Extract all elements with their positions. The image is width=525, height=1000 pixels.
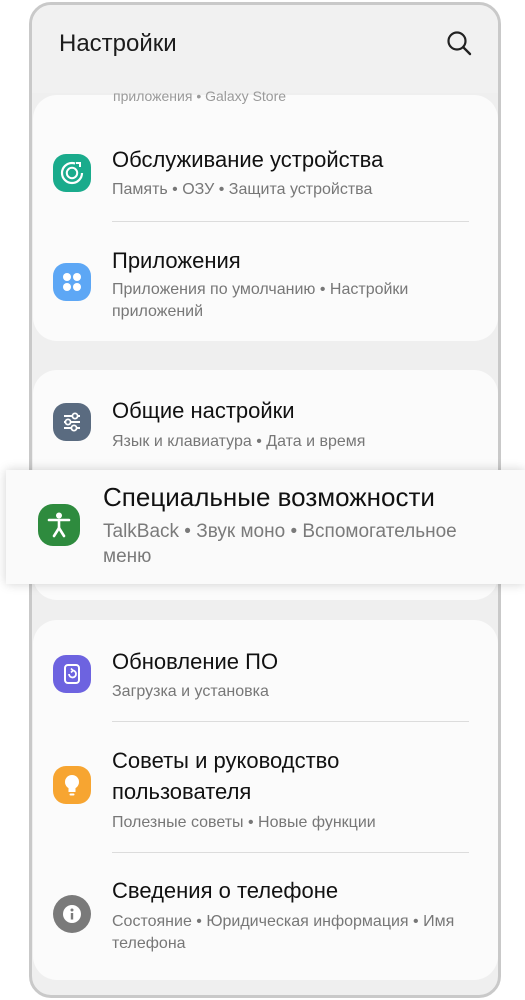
software-update-icon bbox=[53, 655, 91, 693]
device-care-icon bbox=[53, 154, 91, 192]
menu-item-general[interactable]: Общие настройки Язык и клавиатура • Дата… bbox=[33, 384, 498, 474]
menu-item-title: Приложения bbox=[112, 248, 241, 273]
menu-item-subtitle: Загрузка и установка bbox=[112, 683, 269, 700]
menu-item-software-update[interactable]: Обновление ПО Загрузка и установка bbox=[33, 630, 498, 730]
menu-item-subtitle: Полезные советы • Новые функции bbox=[112, 814, 376, 831]
divider bbox=[112, 721, 469, 722]
tips-icon bbox=[53, 766, 91, 804]
menu-item-title: Обновление ПО bbox=[112, 649, 279, 674]
cut-off-subtitle: приложения • Galaxy Store bbox=[113, 88, 287, 104]
menu-item-subtitle: TalkBack • Звук моно • Вспомогательное м… bbox=[103, 521, 457, 567]
header: Настройки bbox=[32, 5, 498, 93]
search-icon[interactable] bbox=[445, 29, 473, 57]
settings-group-1: приложения • Galaxy Store Обслуживание у… bbox=[33, 88, 498, 341]
menu-item-tips[interactable]: Советы и руководство пользователя Полезн… bbox=[33, 725, 498, 853]
menu-item-title: Советы и руководство пользователя bbox=[112, 748, 340, 804]
page-title: Настройки bbox=[59, 30, 177, 57]
menu-item-apps[interactable]: Приложения Приложения по умолчанию • Нас… bbox=[33, 235, 498, 341]
menu-item-subtitle: Приложения по умолчанию • Настройки прил… bbox=[112, 281, 409, 320]
info-icon bbox=[53, 895, 91, 933]
apps-icon bbox=[53, 263, 91, 301]
menu-item-title: Специальные возможности bbox=[103, 482, 435, 512]
general-settings-icon bbox=[53, 403, 91, 441]
menu-item-title: Обслуживание устройства bbox=[112, 147, 384, 172]
accessibility-icon bbox=[38, 504, 80, 546]
menu-item-subtitle: Язык и клавиатура • Дата и время bbox=[112, 433, 366, 450]
menu-item-title: Общие настройки bbox=[112, 398, 295, 423]
divider bbox=[112, 852, 469, 853]
menu-item-accessibility[interactable]: Специальные возможности TalkBack • Звук … bbox=[6, 470, 525, 584]
menu-item-subtitle: Память • ОЗУ • Защита устройства bbox=[112, 181, 373, 198]
menu-item-about-phone[interactable]: Сведения о телефоне Состояние • Юридичес… bbox=[33, 855, 498, 965]
divider bbox=[112, 221, 469, 222]
menu-item-subtitle: Состояние • Юридическая информация • Имя… bbox=[112, 913, 455, 952]
settings-group-3: Обновление ПО Загрузка и установка Совет… bbox=[33, 620, 498, 980]
menu-item-title: Сведения о телефоне bbox=[112, 878, 339, 903]
menu-item-device-care[interactable]: Обслуживание устройства Память • ОЗУ • З… bbox=[33, 135, 498, 235]
